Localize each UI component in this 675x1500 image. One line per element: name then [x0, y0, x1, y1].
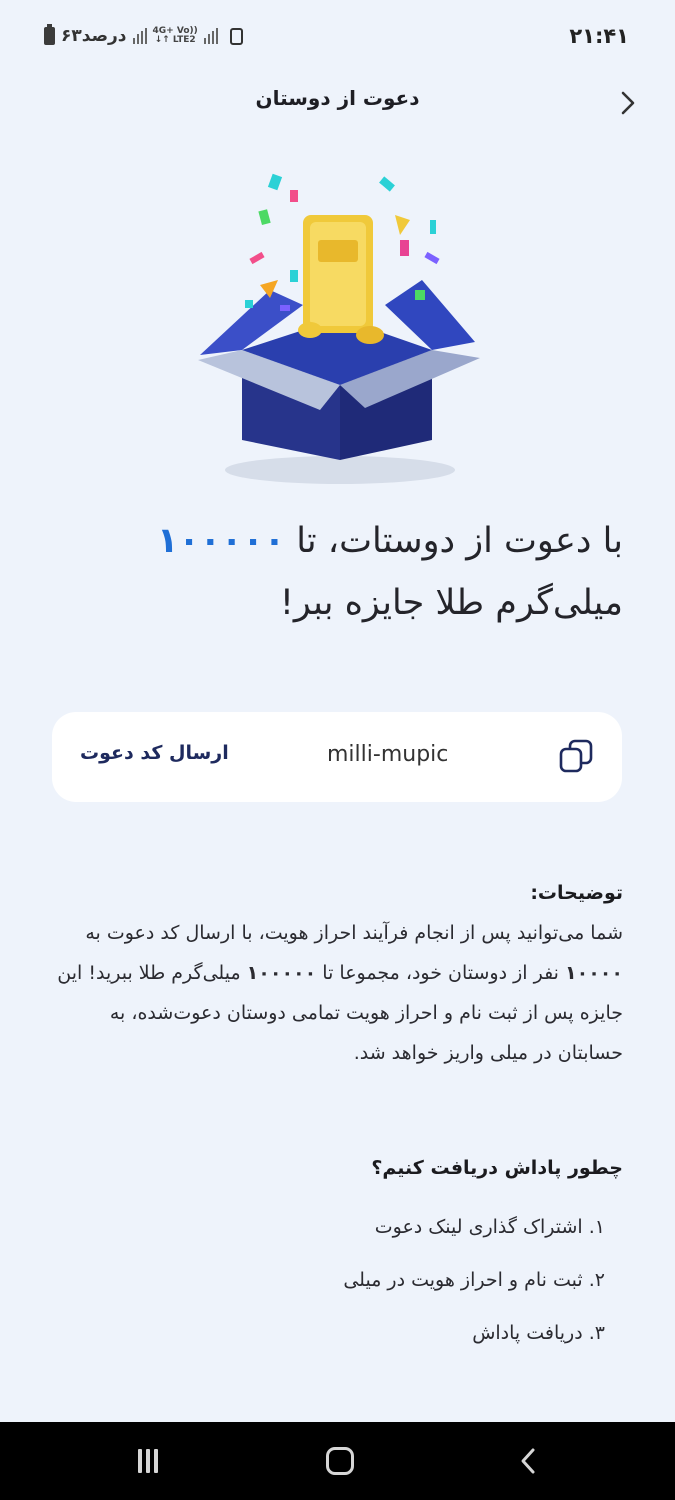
send-invite-button[interactable]: ارسال کد دعوت	[80, 742, 229, 764]
step-item: ۲. ثبت نام و احراز هویت در میلی	[343, 1269, 605, 1291]
gift-box-illustration	[190, 160, 490, 490]
signal-icon-2	[203, 28, 218, 44]
how-to-section: چطور پاداش دریافت کنیم؟ ۱. اشتراک گذاری …	[48, 1148, 623, 1373]
app-header: دعوت از دوستان	[0, 76, 675, 126]
home-button[interactable]	[326, 1447, 354, 1475]
battery-percentage: ۶۳درصد	[61, 26, 127, 46]
copy-icon	[559, 739, 593, 773]
page-title: دعوت از دوستان	[255, 86, 420, 110]
recent-apps-button[interactable]	[138, 1449, 158, 1473]
signal-icon	[132, 28, 147, 44]
status-left-icons: ۶۳درصد 4G+ Vo)) ↓↑ LTE2	[44, 24, 243, 46]
headline-part2: میلی‌گرم طلا جایزه ببر!	[279, 583, 623, 623]
description-count: ۱۰۰۰۰	[565, 962, 623, 984]
system-nav-bar	[0, 1422, 675, 1500]
description-title: توضیحات:	[530, 882, 623, 904]
status-time: ۲۱:۴۱	[569, 24, 629, 48]
description-amount: ۱۰۰۰۰۰	[246, 962, 317, 984]
invite-code: milli-mupic	[327, 742, 449, 767]
description-section: توضیحات: شما می‌توانید پس از انجام فرآین…	[48, 875, 623, 1073]
back-button[interactable]	[611, 86, 645, 120]
description-seg2: نفر از دوستان خود، مجموعا تا	[316, 962, 566, 984]
headline: با دعوت از دوستات، تا ۱۰۰۰۰۰ میلی‌گرم طل…	[53, 510, 623, 634]
step-item: ۳. دریافت پاداش	[472, 1322, 605, 1344]
headline-part1: با دعوت از دوستات، تا	[285, 521, 623, 561]
status-bar: ۶۳درصد 4G+ Vo)) ↓↑ LTE2 ۲۱:۴۱	[0, 0, 675, 76]
how-to-title: چطور پاداش دریافت کنیم؟	[371, 1157, 623, 1179]
chevron-right-icon	[621, 91, 635, 115]
network-type-icon: 4G+ Vo)) ↓↑ LTE2	[152, 26, 198, 45]
description-seg1: شما می‌توانید پس از انجام فرآیند احراز ه…	[85, 922, 623, 944]
gift-box-gold-bar-icon	[198, 173, 480, 484]
battery-icon	[44, 24, 55, 45]
headline-amount: ۱۰۰۰۰۰	[156, 521, 286, 561]
steps-list: ۱. اشتراک گذاری لینک دعوت ۲. ثبت نام و ا…	[48, 1214, 623, 1346]
notification-icon	[229, 27, 243, 45]
description-text: شما می‌توانید پس از انجام فرآیند احراز ه…	[48, 913, 623, 1073]
nav-back-button[interactable]	[518, 1446, 538, 1480]
copy-button[interactable]	[558, 738, 594, 776]
step-item: ۱. اشتراک گذاری لینک دعوت	[374, 1216, 605, 1238]
chevron-left-icon	[521, 1448, 535, 1474]
invite-code-card: ارسال کد دعوت milli-mupic	[52, 712, 622, 802]
